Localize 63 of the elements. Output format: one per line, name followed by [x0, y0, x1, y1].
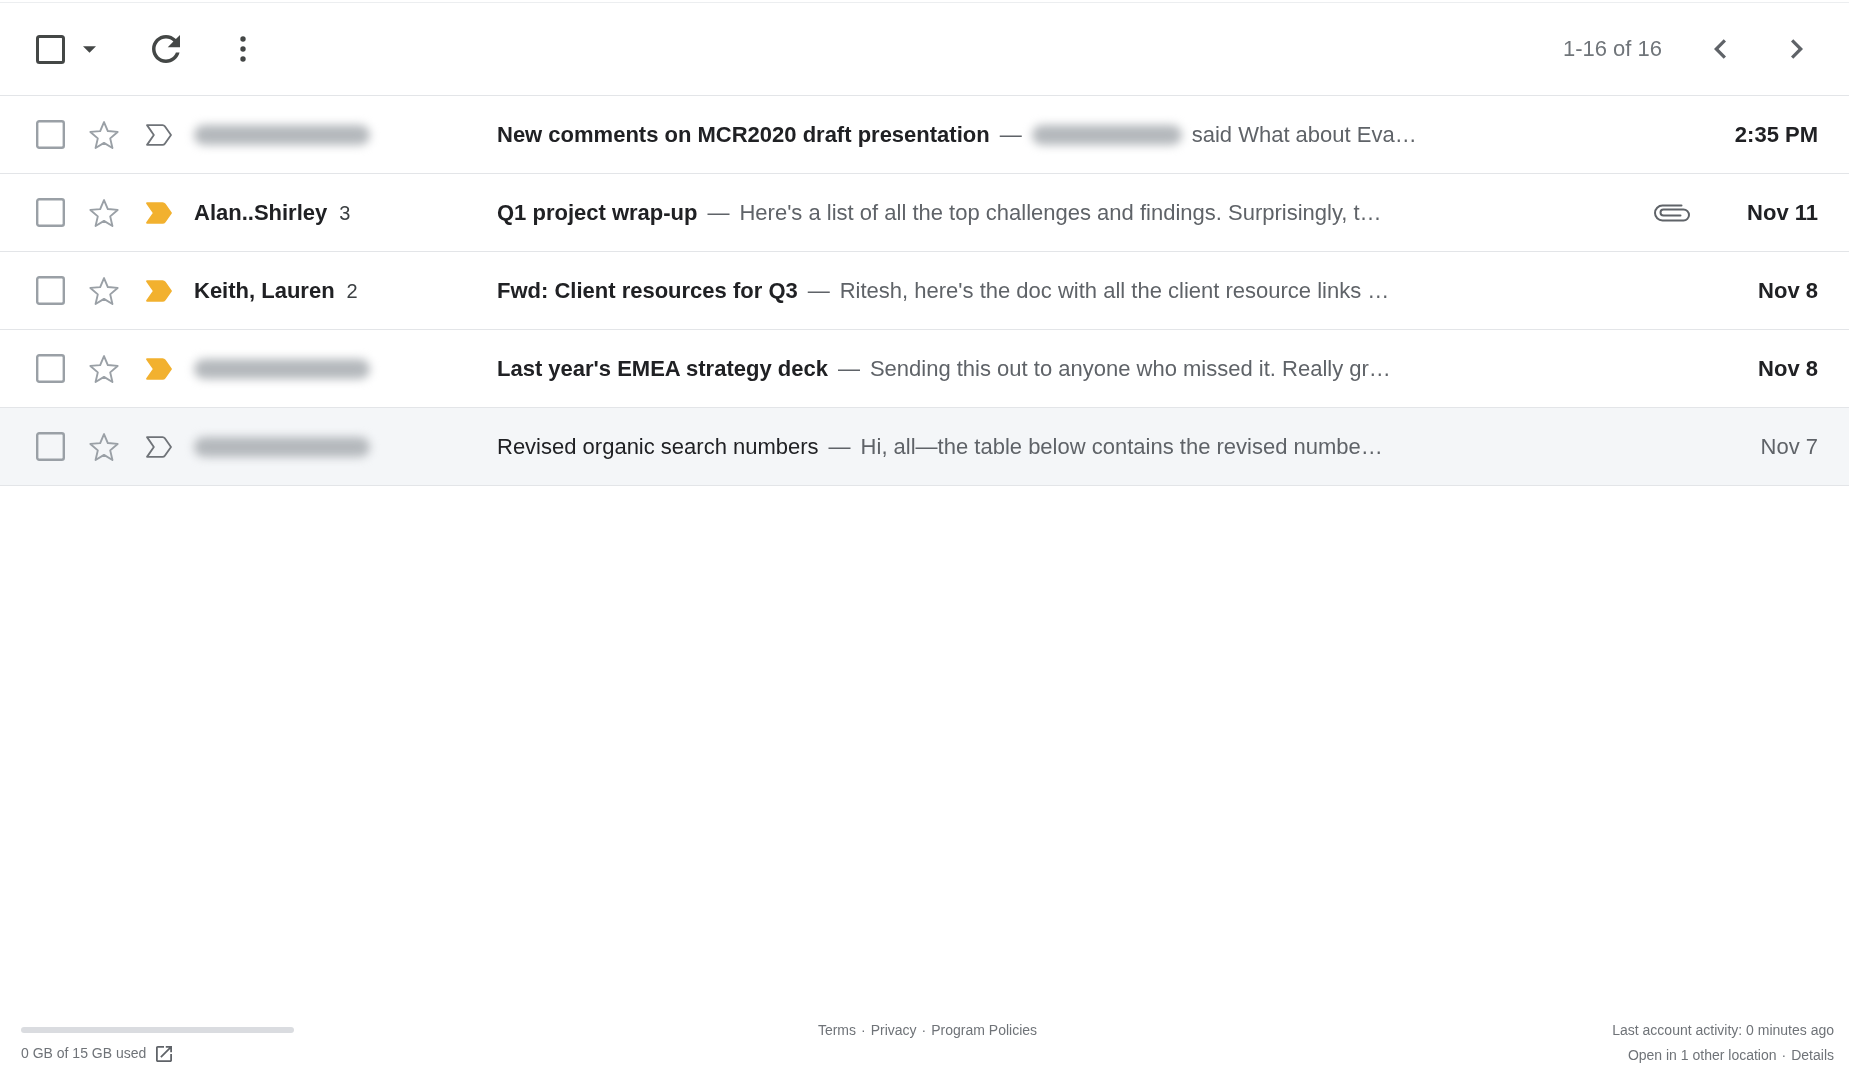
email-subject: New comments on MCR2020 draft presentation	[497, 121, 990, 148]
row-checkbox[interactable]	[36, 276, 65, 305]
footer-link[interactable]: Privacy	[870, 1018, 917, 1043]
importance-marker-icon[interactable]	[145, 357, 173, 380]
email-snippet: Sending this out to anyone who missed it. Really gr…	[869, 355, 1391, 382]
refresh-button[interactable]	[152, 35, 180, 63]
sessions-text: Open in 1 other location	[1627, 1046, 1777, 1065]
email-date: Nov 11	[1746, 199, 1818, 226]
star-icon[interactable]	[89, 275, 119, 306]
footer-link[interactable]: Terms	[817, 1018, 856, 1043]
email-snippet: said What about Eva…	[1191, 121, 1417, 148]
importance-marker-icon[interactable]	[145, 435, 173, 458]
footer-link[interactable]: Program Policies	[931, 1018, 1038, 1043]
email-snippet: Here's a list of all the top challenges and findings. Surprisingly, t…	[739, 199, 1382, 226]
importance-marker-icon[interactable]	[145, 279, 173, 302]
snippet-dash: —	[807, 277, 830, 304]
chevron-right-icon	[1791, 39, 1803, 59]
select-menu-button[interactable]	[83, 45, 96, 53]
email-subject: Q1 project wrap-up	[497, 199, 698, 226]
link-separator: ·	[861, 1021, 866, 1040]
email-date: Nov 7	[1759, 433, 1818, 460]
email-date: Nov 8	[1757, 277, 1818, 304]
account-activity-text: Last account activity: 0 minutes ago	[1612, 1021, 1834, 1040]
more-options-button[interactable]	[240, 36, 246, 62]
star-icon[interactable]	[89, 431, 119, 462]
snippet-dash: —	[837, 355, 860, 382]
email-date: Nov 8	[1757, 355, 1818, 382]
details-link[interactable]: Details	[1791, 1043, 1834, 1068]
row-checkbox[interactable]	[36, 432, 65, 461]
link-separator: ·	[1781, 1046, 1787, 1065]
sender-name: Alan..Shirley	[194, 199, 328, 226]
select-all-checkbox[interactable]	[36, 34, 65, 64]
importance-marker-icon[interactable]	[145, 123, 173, 146]
email-subject: Last year's EMEA strategy deck	[497, 355, 828, 382]
external-link-icon[interactable]	[156, 1045, 173, 1062]
email-date: 2:35 PM	[1733, 121, 1818, 148]
email-subject: Revised organic search numbers	[497, 433, 819, 460]
thread-count: 3	[339, 201, 351, 225]
star-icon[interactable]	[89, 197, 119, 228]
email-subject: Fwd: Client resources for Q3	[497, 277, 798, 304]
chevron-left-icon	[1714, 39, 1726, 59]
star-icon[interactable]	[89, 119, 119, 150]
email-snippet: Ritesh, here's the doc with all the client resource links …	[839, 277, 1390, 304]
previous-page-button[interactable]	[1714, 39, 1726, 59]
snippet-dash: —	[828, 433, 851, 460]
email-row[interactable]: Revised organic search numbers — Hi, all—the table below contains the revised numbe… Nov 7	[0, 408, 1849, 486]
pagination-text: 1-16 of 16	[1562, 36, 1662, 62]
storage-text: 0 GB of 15 GB used	[21, 1044, 147, 1063]
row-checkbox[interactable]	[36, 198, 65, 227]
importance-marker-icon[interactable]	[145, 201, 173, 224]
thread-count: 2	[346, 279, 358, 303]
caret-icon	[83, 45, 96, 53]
sender-name: Keith, Lauren	[194, 277, 335, 304]
email-snippet: Hi, all—the table below contains the revised numbe…	[860, 433, 1383, 460]
star-icon[interactable]	[89, 353, 119, 384]
row-checkbox[interactable]	[36, 120, 65, 149]
refresh-icon	[152, 35, 180, 63]
snippet-dash: —	[999, 121, 1022, 148]
snippet-dash: —	[707, 199, 730, 226]
link-separator: ·	[921, 1021, 927, 1040]
more-options-icon	[240, 36, 246, 62]
next-page-button[interactable]	[1791, 39, 1803, 59]
row-checkbox[interactable]	[36, 354, 65, 383]
